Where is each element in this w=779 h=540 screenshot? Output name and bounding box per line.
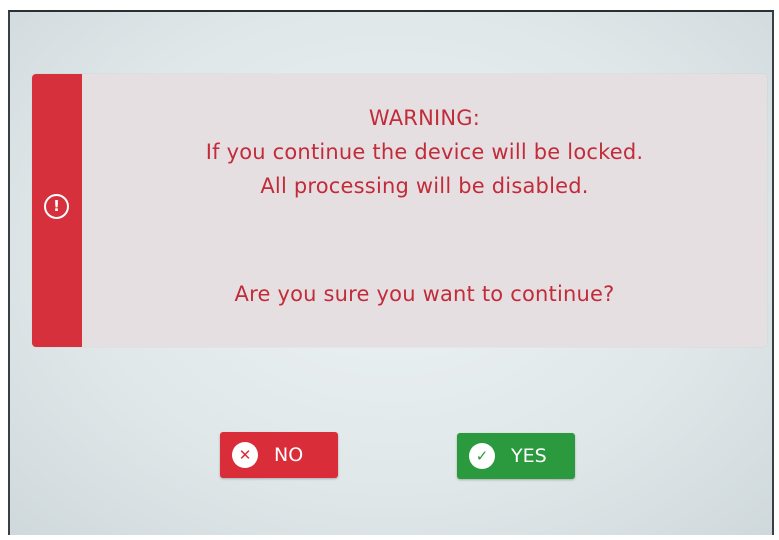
device-screen: ! WARNING: If you continue the device wi… [8, 10, 774, 535]
no-button[interactable]: ✕ NO [220, 432, 338, 478]
check-circle-icon: ✓ [469, 443, 495, 469]
close-circle-icon: ✕ [232, 442, 258, 468]
yes-button-label: YES [511, 445, 547, 467]
warning-stripe: ! [32, 74, 82, 347]
warning-title: WARNING: [368, 106, 481, 130]
yes-button[interactable]: ✓ YES [457, 433, 575, 479]
no-button-label: NO [274, 444, 304, 466]
warning-message-line-1: If you continue the device will be locke… [205, 140, 644, 164]
exclamation-circle-icon: ! [44, 194, 69, 219]
warning-message-line-2: All processing will be disabled. [260, 174, 589, 198]
confirmation-question: Are you sure you want to continue? [234, 282, 615, 306]
device-bezel: ! WARNING: If you continue the device wi… [0, 0, 779, 540]
warning-dialog: ! WARNING: If you continue the device wi… [32, 74, 767, 347]
